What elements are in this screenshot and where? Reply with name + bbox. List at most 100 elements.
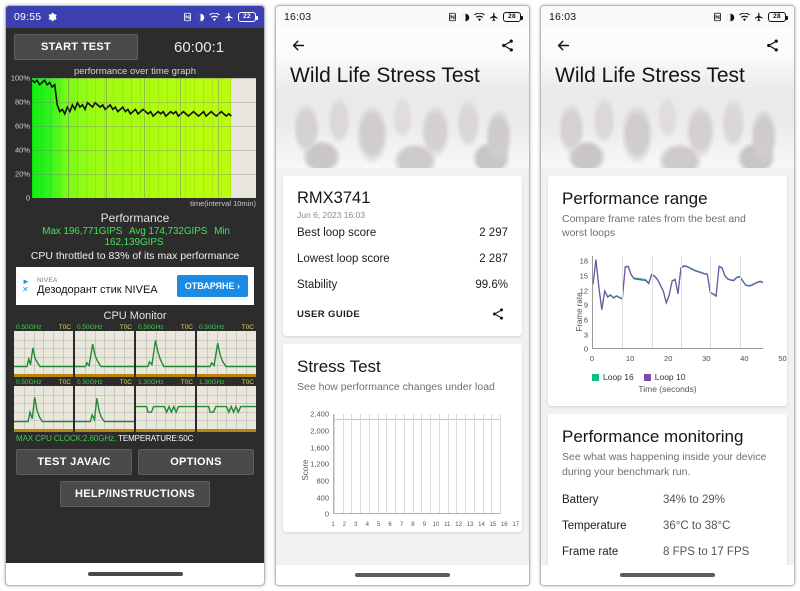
start-test-button[interactable]: START TEST xyxy=(14,34,138,60)
stress-chart-plot xyxy=(333,414,501,515)
row-label: Best loop score xyxy=(297,227,377,239)
cpu-core-header: 0.50GHz T0C xyxy=(136,324,195,331)
share-icon[interactable] xyxy=(497,35,517,55)
options-button[interactable]: OPTIONS xyxy=(138,449,254,475)
row-label: Frame rate xyxy=(562,545,619,558)
share-icon[interactable] xyxy=(762,35,782,55)
grid-line xyxy=(680,256,682,349)
max-clock-temperature: MAX CPU CLOCK:2.60GHz, TEMPERATURE:50C xyxy=(16,434,260,443)
wifi-icon xyxy=(739,12,750,22)
grid-line xyxy=(395,414,397,515)
row-value: 2 297 xyxy=(479,227,508,239)
grid-line xyxy=(334,414,335,515)
grid-line xyxy=(500,414,501,515)
nfc-icon xyxy=(183,12,192,22)
x-tick-label: 20 xyxy=(664,354,673,364)
cpu-core-header: 0.50GHz T0C xyxy=(14,379,73,386)
max-cpu-clock: MAX CPU CLOCK:2.60GHz, xyxy=(16,434,117,443)
legend-item-loop10: Loop 10 xyxy=(643,372,685,382)
cpu-core-temp: T0C xyxy=(119,324,132,331)
ad-text: NIVEA Дезодорант стик NIVEA xyxy=(34,277,177,296)
performance-details-body: Wild Life Stress Test Performance range … xyxy=(541,28,794,585)
row-label: Stability xyxy=(297,279,338,291)
stress-test-subtitle: See how performance changes under load xyxy=(297,381,495,393)
cpu-core-plot xyxy=(136,386,195,432)
frame-rate-plot xyxy=(592,256,763,350)
row-value: 8 FPS to 17 FPS xyxy=(663,545,750,558)
phone-frame-3: 16:03 28 Wild Life Stress Test Performan… xyxy=(540,5,795,586)
airplane-mode-icon xyxy=(754,12,764,22)
navigation-bar-3 xyxy=(541,565,794,585)
grid-line xyxy=(739,256,741,349)
help-instructions-button[interactable]: HELP/INSTRUCTIONS xyxy=(60,481,210,507)
cpu-core-plot xyxy=(14,386,73,432)
gear-icon xyxy=(47,12,57,22)
y-tick-label: 1,600 xyxy=(310,443,329,452)
dnd-icon xyxy=(196,13,205,22)
x-tick-label: 1 xyxy=(331,522,335,529)
ad-cta-button[interactable]: ОТВАРЯНЕ › xyxy=(176,275,248,297)
x-tick-label: 2 xyxy=(342,522,347,529)
grid-line xyxy=(491,414,493,515)
grid-line xyxy=(351,414,353,515)
screenshot-stage: 09:55 22 START TEST 60:00:1 performance … xyxy=(0,0,800,591)
wifi-icon xyxy=(474,12,485,22)
y-tick-label: 2,400 xyxy=(310,409,329,419)
back-arrow-icon[interactable] xyxy=(288,35,308,55)
page-title-3: Wild Life Stress Test xyxy=(555,64,745,87)
battery-icon: 28 xyxy=(768,12,788,22)
ad-banner[interactable]: ► ✕ NIVEA Дезодорант стик NIVEA ОТВАРЯНЕ… xyxy=(16,267,254,305)
cpu-core-plot xyxy=(75,331,134,377)
cpu-monitor-title: CPU Monitor xyxy=(103,310,167,322)
performance-monitoring-title: Performance monitoring xyxy=(562,427,744,447)
table-row: Battery 34% to 29% xyxy=(562,487,773,513)
test-java-c-button[interactable]: TEST JAVA/C xyxy=(16,449,132,475)
ad-brand: NIVEA xyxy=(37,276,58,284)
cpu-core-clock: 0.50GHz xyxy=(16,379,42,386)
y-tick-label: 1,200 xyxy=(310,459,329,469)
stress-test-result-body: Wild Life Stress Test RMX3741 Jun 6, 202… xyxy=(276,28,529,585)
status-bar-left-1: 09:55 xyxy=(14,11,57,23)
y-tick-label: 20% xyxy=(14,169,30,179)
action-button-row: TEST JAVA/C OPTIONS xyxy=(16,449,254,475)
performance-range-card: Performance range Compare frame rates fr… xyxy=(548,176,787,407)
hero-toolbar-3 xyxy=(541,28,794,62)
x-tick-label: 14 xyxy=(478,522,485,529)
back-arrow-icon[interactable] xyxy=(553,35,573,55)
navigation-bar-1 xyxy=(6,563,264,585)
cpu-throttling-body: START TEST 60:00:1 performance over time… xyxy=(6,28,264,585)
table-row: Best loop score 2 297 xyxy=(297,220,508,246)
y-tick-label: 0 xyxy=(25,193,30,203)
dnd-icon xyxy=(726,13,735,22)
user-guide-link[interactable]: USER GUIDE xyxy=(297,309,360,320)
cpu-core-plot xyxy=(136,331,195,377)
share-icon[interactable] xyxy=(488,304,508,324)
cpu-core-cell: 1.30GHz T0C xyxy=(136,379,195,432)
home-pill-1[interactable] xyxy=(87,572,183,576)
grid-line xyxy=(430,414,432,515)
frame-rate-y-axis-name: Frame rate xyxy=(575,292,585,332)
status-bar-1: 09:55 22 xyxy=(6,6,264,28)
grid-line xyxy=(386,414,388,515)
x-tick-label: 0 xyxy=(589,354,595,364)
table-row: Lowest loop score 2 287 xyxy=(297,246,508,272)
row-value: 34% to 29% xyxy=(663,493,726,506)
cpu-core-temp: T0C xyxy=(58,379,71,386)
cpu-core-header: 1.30GHz T0C xyxy=(197,379,256,386)
grid-line xyxy=(482,414,484,515)
grid-line xyxy=(447,414,449,515)
home-pill-2[interactable] xyxy=(355,573,450,577)
grid-line xyxy=(651,256,653,349)
cpu-core-header: 0.50GHz T0C xyxy=(75,379,134,386)
ad-choices-icon[interactable]: ► ✕ xyxy=(22,277,34,295)
x-tick-label: 30 xyxy=(702,354,711,364)
hero-header-2: Wild Life Stress Test xyxy=(276,28,529,168)
row-label: Lowest loop score xyxy=(297,253,390,265)
cpu-core-header: 0.50GHz T0C xyxy=(197,324,256,331)
ad-close-icon[interactable]: ✕ xyxy=(22,285,34,294)
grid-line xyxy=(456,414,458,515)
grid-line xyxy=(412,414,414,515)
grid-line xyxy=(342,414,344,515)
table-row: Frame rate 8 FPS to 17 FPS xyxy=(562,539,773,565)
home-pill-3[interactable] xyxy=(620,573,715,577)
